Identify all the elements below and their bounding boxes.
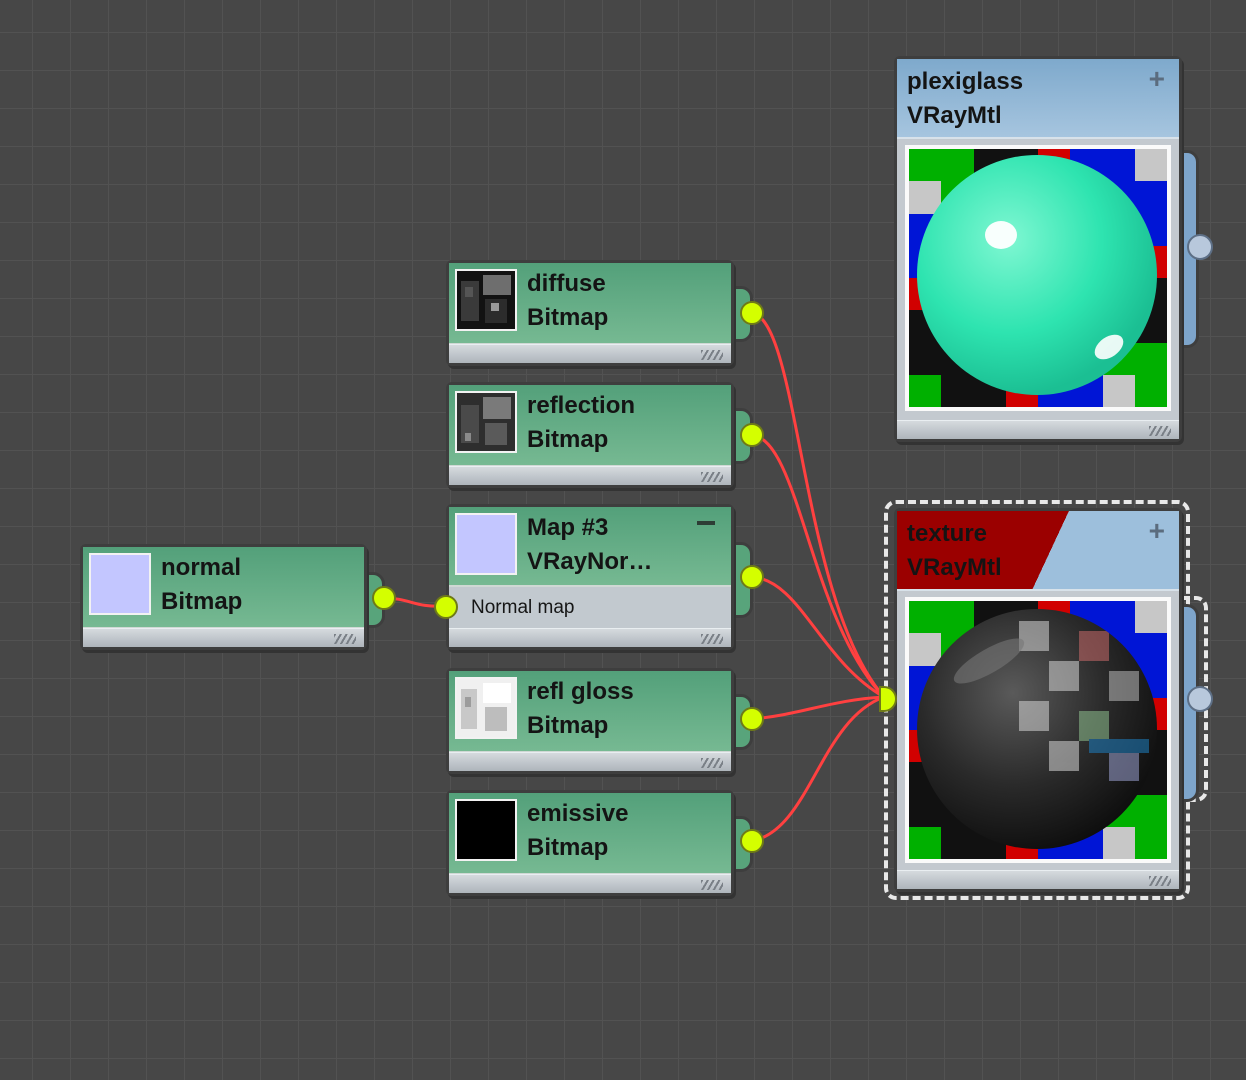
- wire-reflgloss-to-texture: [750, 695, 886, 721]
- node-plexiglass-material[interactable]: plexiglass VRayMtl +: [894, 56, 1182, 442]
- node-title: reflection: [527, 392, 636, 419]
- resize-grip-icon[interactable]: [701, 634, 723, 644]
- node-title: diffuse: [527, 270, 606, 297]
- slot-normal-map[interactable]: Normal map: [449, 587, 731, 629]
- node-texture-material[interactable]: texture VRayMtl +: [894, 508, 1182, 892]
- node-subtitle: Bitmap: [527, 304, 609, 331]
- collapse-icon[interactable]: [697, 521, 715, 525]
- emissive-output-port[interactable]: [740, 829, 764, 853]
- normalmap-thumbnail: [455, 513, 517, 575]
- node-subtitle: Bitmap: [527, 426, 609, 453]
- node-title: Map #3: [527, 514, 609, 541]
- wire-normalmap-to-texture: [750, 575, 886, 699]
- node-title: normal: [161, 554, 242, 581]
- wire-diffuse-to-texture: [750, 311, 886, 699]
- normalmap-input-port[interactable]: [434, 595, 458, 619]
- node-reflection-bitmap[interactable]: reflection Bitmap: [446, 382, 734, 488]
- node-diffuse-bitmap[interactable]: diffuse Bitmap: [446, 260, 734, 366]
- resize-grip-icon[interactable]: [701, 880, 723, 890]
- material-type: VRayMtl: [907, 102, 1002, 129]
- reflgloss-output-port[interactable]: [740, 707, 764, 731]
- expand-icon[interactable]: +: [1149, 517, 1165, 545]
- plexiglass-output-port[interactable]: [1187, 234, 1213, 260]
- node-normal-bitmap[interactable]: normal Bitmap: [80, 544, 367, 650]
- resize-grip-icon[interactable]: [1149, 426, 1171, 436]
- resize-grip-icon[interactable]: [701, 472, 723, 482]
- expand-icon[interactable]: +: [1149, 65, 1165, 93]
- diffuse-thumbnail: [455, 269, 517, 331]
- wire-reflection-to-texture: [750, 433, 886, 699]
- resize-grip-icon[interactable]: [701, 758, 723, 768]
- material-name: texture: [907, 520, 988, 547]
- diffuse-output-port[interactable]: [740, 301, 764, 325]
- material-name: plexiglass: [907, 68, 1024, 95]
- node-subtitle: Bitmap: [527, 834, 609, 861]
- texture-preview: [905, 597, 1171, 863]
- node-emissive-bitmap[interactable]: emissive Bitmap: [446, 790, 734, 896]
- node-subtitle: Bitmap: [161, 588, 243, 615]
- normalmap-output-port[interactable]: [740, 565, 764, 589]
- node-title: refl gloss: [527, 678, 634, 705]
- material-type: VRayMtl: [907, 554, 1002, 581]
- emissive-thumbnail: [455, 799, 517, 861]
- node-vray-normal-map[interactable]: Map #3 VRayNor… Normal map: [446, 504, 734, 650]
- slot-label: Normal map: [471, 597, 575, 618]
- node-subtitle: Bitmap: [527, 712, 609, 739]
- reflection-output-port[interactable]: [740, 423, 764, 447]
- reflgloss-thumbnail: [455, 677, 517, 739]
- node-refl-gloss-bitmap[interactable]: refl gloss Bitmap: [446, 668, 734, 774]
- resize-grip-icon[interactable]: [1149, 876, 1171, 886]
- wire-emissive-to-texture: [750, 695, 886, 843]
- resize-grip-icon[interactable]: [334, 634, 356, 644]
- node-title: emissive: [527, 800, 629, 827]
- plexiglass-preview: [905, 145, 1171, 411]
- reflection-thumbnail: [455, 391, 517, 453]
- resize-grip-icon[interactable]: [701, 350, 723, 360]
- texture-output-port[interactable]: [1187, 686, 1213, 712]
- normal-thumbnail: [89, 553, 151, 615]
- node-subtitle: VRayNor…: [527, 548, 653, 575]
- normal-output-port[interactable]: [372, 586, 396, 610]
